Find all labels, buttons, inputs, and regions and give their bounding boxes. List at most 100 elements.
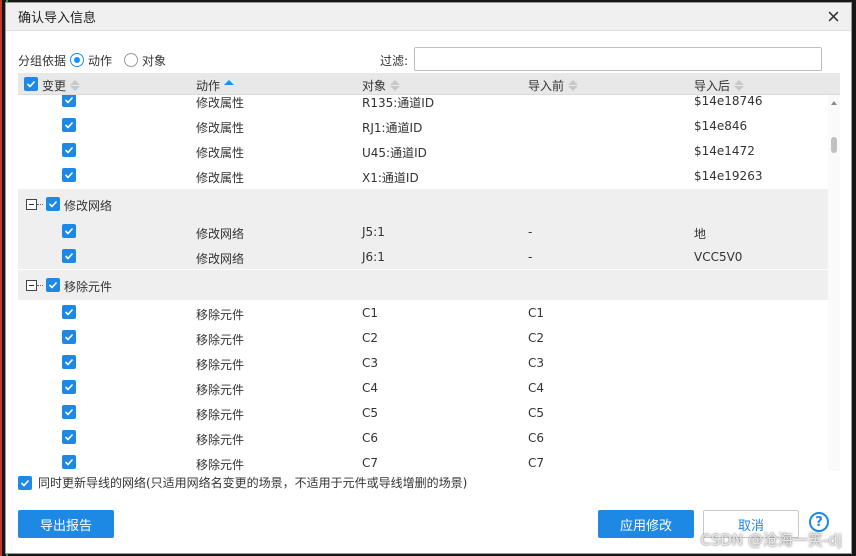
sort-icon	[390, 80, 401, 91]
row-checkbox[interactable]	[62, 455, 76, 469]
row-checkbox[interactable]	[62, 330, 76, 344]
row-checkbox[interactable]	[62, 168, 76, 182]
cell-object: R135:通道ID	[362, 96, 435, 110]
row-checkbox[interactable]	[62, 118, 76, 132]
cell-object: C1	[362, 306, 379, 320]
row-checkbox[interactable]	[62, 355, 76, 369]
group-by-object-radio[interactable]: 对象	[124, 52, 166, 69]
col-object[interactable]: 对象	[362, 77, 401, 94]
filter-input[interactable]	[414, 47, 822, 71]
cell-object: U45:通道ID	[362, 146, 427, 160]
sync-wire-net-option[interactable]: 同时更新导线的网络(只适用网络名变更的场景，不适用于元件或导线增删的场景)	[18, 474, 467, 491]
table-row[interactable]: 移除元件 C7 C7	[18, 450, 828, 471]
group-by-bar: 分组依据 动作 对象 过滤:	[18, 47, 822, 73]
changes-table: 变更 动作 对象 导入前 导入后 修改属性 R135:通道ID $14e18746 修…	[18, 73, 840, 471]
cell-before: C7	[528, 456, 545, 470]
filter-label: 过滤:	[380, 54, 409, 68]
radio-label: 动作	[88, 53, 113, 68]
sort-icon	[70, 80, 81, 91]
radio-unchecked-icon	[124, 53, 139, 67]
cell-after: 地	[694, 227, 707, 241]
export-report-button[interactable]: 导出报告	[18, 510, 114, 538]
cell-action: 修改网络	[196, 227, 245, 241]
cell-action: 移除元件	[196, 333, 245, 347]
cell-action: 修改属性	[196, 146, 245, 160]
collapse-icon[interactable]	[26, 199, 37, 210]
cell-action: 修改属性	[196, 121, 245, 135]
cell-before: C3	[528, 356, 545, 370]
col-change[interactable]: 变更	[42, 77, 81, 94]
cell-action: 移除元件	[196, 458, 245, 471]
scroll-thumb[interactable]	[831, 137, 837, 153]
table-row[interactable]: 修改属性 RJ1:通道ID $14e846	[18, 113, 828, 138]
group-checkbox[interactable]	[46, 278, 60, 292]
sort-asc-icon	[224, 80, 235, 91]
group-row-remove-part[interactable]: 移除元件	[18, 270, 828, 300]
col-before[interactable]: 导入前	[528, 77, 579, 94]
sort-icon	[734, 80, 745, 91]
table-row[interactable]: 移除元件 C2 C2	[18, 325, 828, 350]
cell-before: C4	[528, 381, 545, 395]
tree-connector	[37, 204, 43, 205]
table-row[interactable]: 修改属性 R135:通道ID $14e18746	[18, 95, 828, 113]
collapse-icon[interactable]	[26, 280, 37, 291]
row-checkbox[interactable]	[62, 405, 76, 419]
scroll-up-icon[interactable]	[831, 101, 837, 105]
watermark: CSDN @沧海一笑-dj	[700, 531, 842, 549]
row-checkbox[interactable]	[62, 380, 76, 394]
cell-before: -	[528, 225, 533, 239]
group-row-modify-net[interactable]: 修改网络	[18, 189, 828, 219]
cell-before: -	[528, 250, 533, 264]
table-row[interactable]: 移除元件 C4 C4	[18, 375, 828, 400]
apply-changes-button[interactable]: 应用修改	[598, 510, 694, 538]
cell-after: $14e1472	[694, 144, 755, 158]
table-row[interactable]: 移除元件 C3 C3	[18, 350, 828, 375]
import-confirm-dialog: 确认导入信息 分组依据 动作 对象 过滤: 变更 动作 对象 导入前 导入后 修…	[5, 2, 852, 554]
vertical-scrollbar[interactable]	[828, 95, 840, 471]
radio-label: 对象	[142, 53, 167, 68]
select-all-checkbox[interactable]	[24, 77, 38, 91]
cell-after: $14e846	[694, 119, 748, 133]
row-checkbox[interactable]	[62, 95, 76, 107]
row-checkbox[interactable]	[62, 305, 76, 319]
table-row[interactable]: 移除元件 C1 C1	[18, 300, 828, 325]
cell-action: 移除元件	[196, 308, 245, 322]
table-body: 修改属性 R135:通道ID $14e18746 修改属性 RJ1:通道ID $14e84…	[18, 95, 840, 471]
cell-object: C7	[362, 456, 379, 470]
group-by-label: 分组依据	[18, 53, 67, 68]
cell-before: C1	[528, 306, 545, 320]
row-checkbox[interactable]	[62, 249, 76, 263]
cell-before: C6	[528, 431, 545, 445]
cell-action: 移除元件	[196, 383, 245, 397]
close-icon[interactable]	[825, 8, 841, 24]
cell-object: C4	[362, 381, 379, 395]
row-checkbox[interactable]	[62, 224, 76, 238]
table-row[interactable]: 修改网络 J5:1 - 地	[18, 219, 828, 244]
table-row[interactable]: 移除元件 C6 C6	[18, 425, 828, 450]
table-row[interactable]: 修改属性 X1:通道ID $14e19263	[18, 163, 828, 188]
row-checkbox[interactable]	[62, 430, 76, 444]
group-checkbox[interactable]	[46, 197, 60, 211]
cell-action: 修改属性	[196, 171, 245, 185]
cell-action: 修改网络	[196, 252, 245, 266]
group-by-action-radio[interactable]: 动作	[70, 52, 112, 69]
radio-checked-icon	[70, 53, 85, 67]
row-checkbox[interactable]	[62, 143, 76, 157]
table-row[interactable]: 移除元件 C5 C5	[18, 400, 828, 425]
col-action[interactable]: 动作	[196, 77, 235, 94]
dialog-title: 确认导入信息	[18, 11, 97, 26]
cell-before: C2	[528, 331, 545, 345]
table-row[interactable]: 修改属性 U45:通道ID $14e1472	[18, 138, 828, 163]
table-row[interactable]: 修改网络 J6:1 - VCC5V0	[18, 244, 828, 269]
cell-after: VCC5V0	[694, 250, 743, 264]
col-after[interactable]: 导入后	[694, 77, 745, 94]
group-label: 移除元件	[64, 280, 113, 294]
table-header: 变更 动作 对象 导入前 导入后	[18, 73, 840, 95]
cell-object: RJ1:通道ID	[362, 121, 423, 135]
cell-action: 移除元件	[196, 433, 245, 447]
cell-object: X1:通道ID	[362, 171, 419, 185]
sort-icon	[568, 80, 579, 91]
sync-wire-net-label: 同时更新导线的网络(只适用网络名变更的场景，不适用于元件或导线增删的场景)	[38, 476, 468, 490]
sync-wire-net-checkbox[interactable]	[18, 475, 32, 490]
tree-connector	[37, 285, 43, 286]
